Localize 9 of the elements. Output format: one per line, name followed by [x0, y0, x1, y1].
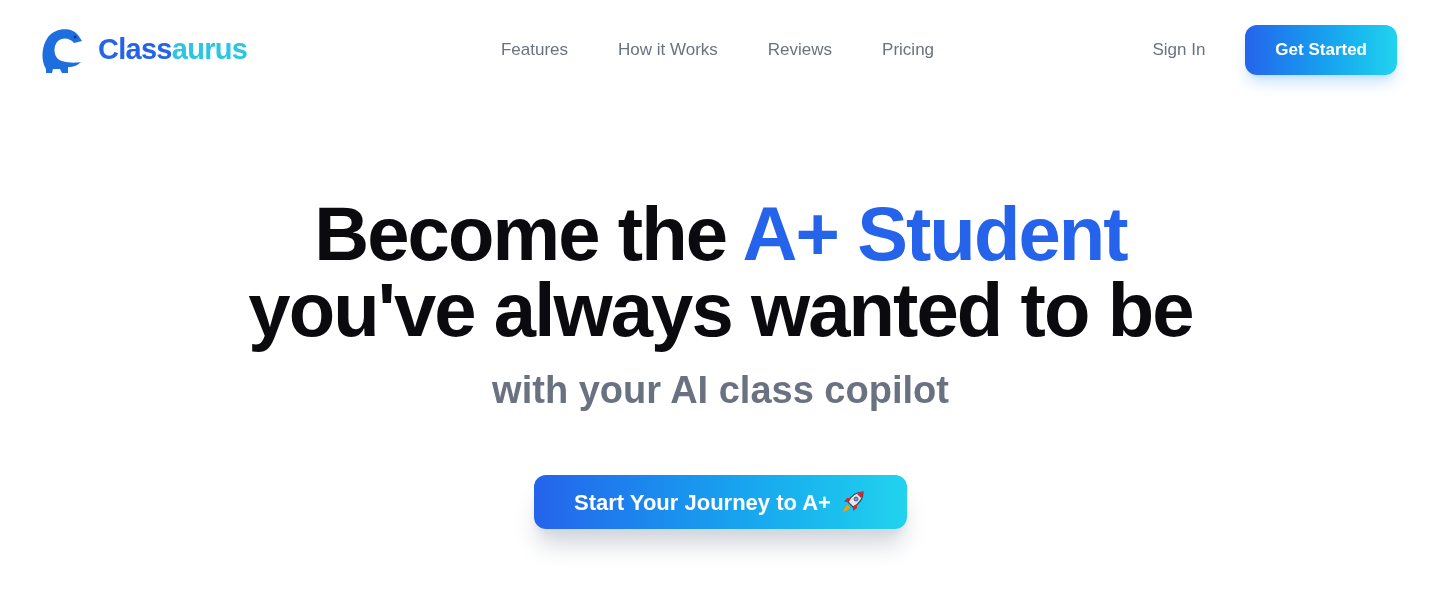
nav-link[interactable]: How it Works: [618, 37, 718, 63]
get-started-button[interactable]: Get Started: [1245, 25, 1397, 75]
start-journey-button[interactable]: Start Your Journey to A+: [534, 475, 907, 529]
brand-name[interactable]: Classaurus: [98, 28, 248, 72]
sign-in-link[interactable]: Sign In: [1152, 37, 1206, 63]
hero-subtitle: with your AI class copilot: [492, 368, 949, 413]
nav-link[interactable]: Features: [500, 37, 569, 63]
nav-link[interactable]: Reviews: [767, 37, 833, 63]
nav-link[interactable]: Pricing: [882, 37, 935, 63]
